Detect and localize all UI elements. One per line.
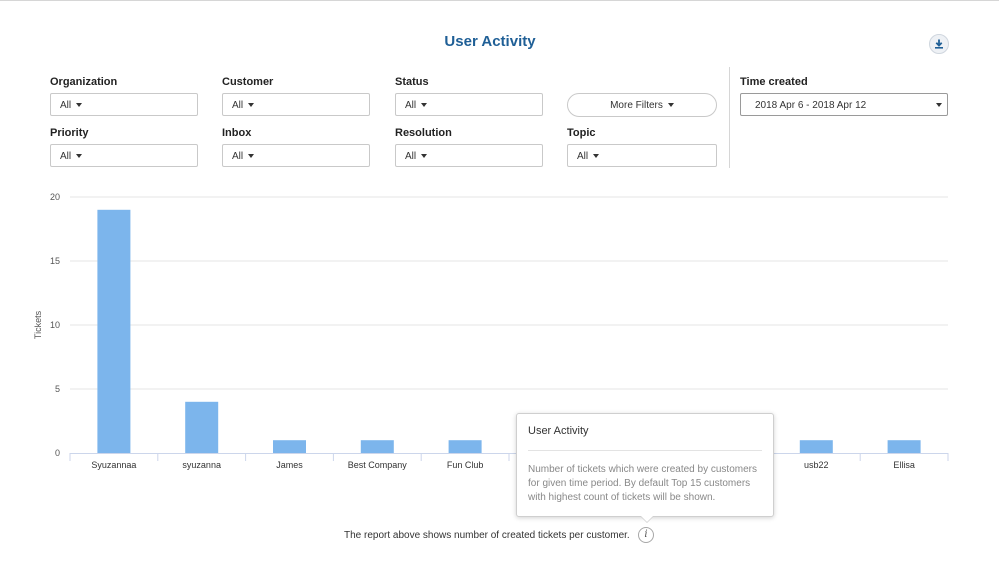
topic-value: All [577,151,589,162]
time-created-value: 2018 Apr 6 - 2018 Apr 12 [755,100,867,111]
info-tooltip: User Activity Number of tickets which we… [516,413,774,523]
topic-label: Topic [567,127,596,139]
tooltip-arrow-fill [641,516,653,522]
top-border [0,0,999,1]
customer-value: All [232,100,244,111]
y-tick-label: 0 [55,448,60,458]
bar [185,401,219,453]
priority-value: All [60,151,72,162]
x-tick-label: Syuzannaa [91,460,136,470]
y-axis-title: Tickets [33,310,43,339]
bar [448,440,482,453]
tooltip-title: User Activity [528,425,589,437]
resolution-select[interactable]: All [395,144,543,167]
organization-label: Organization [50,76,118,88]
organization-select[interactable]: All [50,93,198,116]
x-tick-label: usb22 [804,460,829,470]
page-title: User Activity [444,33,536,50]
caret-down-icon [76,103,83,108]
resolution-label: Resolution [395,127,452,139]
footer-text: The report above shows number of created… [344,530,630,541]
filter-divider [729,67,730,168]
status-select[interactable]: All [395,93,543,116]
caret-down-icon [421,154,428,159]
download-icon [935,39,943,49]
x-tick-label: Fun Club [447,460,484,470]
y-tick-label: 10 [50,320,60,330]
priority-select[interactable]: All [50,144,198,167]
customer-label: Customer [222,76,274,88]
organization-value: All [60,100,72,111]
caret-down-icon [593,154,600,159]
y-tick-label: 20 [50,192,60,202]
x-tick-label: Best Company [348,460,408,470]
x-tick-label: James [276,460,303,470]
inbox-label: Inbox [222,127,252,139]
more-filters-label: More Filters [610,100,663,111]
priority-label: Priority [50,127,89,139]
caret-down-icon [936,103,942,107]
info-icon[interactable]: i [638,527,654,543]
y-tick-label: 15 [50,256,60,266]
caret-down-icon [248,103,255,108]
more-filters-button[interactable]: More Filters [567,93,717,117]
x-tick-label: syuzanna [182,460,221,470]
download-button[interactable] [929,34,949,54]
bar [360,440,394,453]
caret-down-icon [421,103,428,108]
bar [887,440,921,453]
bar [97,209,131,453]
tickets-bar-chart: 0 5 10 15 20 Syuzannaa syuzanna James Best Compa… [33,192,949,470]
status-value: All [405,100,417,111]
caret-down-icon [667,103,674,108]
time-created-select[interactable]: 2018 Apr 6 - 2018 Apr 12 [740,93,948,116]
caret-down-icon [76,154,83,159]
time-created-label: Time created [740,76,808,88]
x-tick-label: Ellisa [893,460,915,470]
caret-down-icon [248,154,255,159]
topic-select[interactable]: All [567,144,717,167]
inbox-select[interactable]: All [222,144,370,167]
y-tick-label: 5 [55,384,60,394]
customer-select[interactable]: All [222,93,370,116]
inbox-value: All [232,151,244,162]
resolution-value: All [405,151,417,162]
bar [799,440,833,453]
bar [273,440,306,453]
tooltip-body: Number of tickets which were created by … [528,464,757,503]
tooltip-divider [528,450,762,451]
status-label: Status [395,76,429,88]
